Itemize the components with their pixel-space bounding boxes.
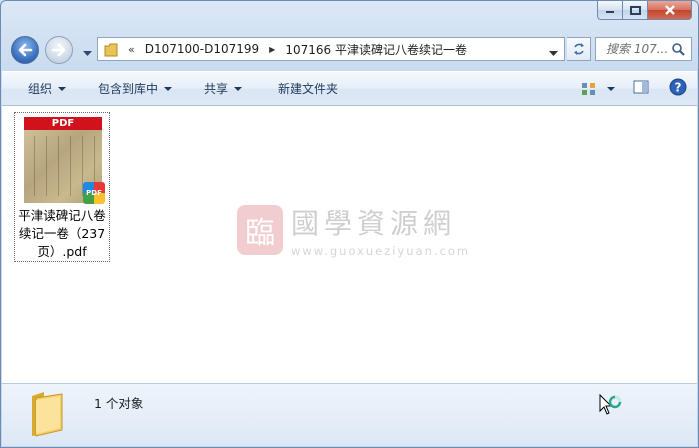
- forward-button[interactable]: [45, 36, 73, 64]
- chevron-down-icon: [58, 86, 67, 91]
- caption-buttons: [597, 1, 692, 21]
- close-icon: [664, 5, 675, 15]
- file-name-line: 页）.pdf: [37, 244, 87, 259]
- chevron-down-icon: [234, 86, 243, 91]
- watermark-url: www.guoxueziyuan.com: [291, 244, 471, 258]
- back-button[interactable]: [11, 36, 39, 64]
- explorer-window: « D107100-D107199 ▶ 107166 平津读碑记八卷续记一卷 组…: [0, 0, 699, 448]
- watermark: 臨 國學資源網 www.guoxueziyuan.com: [237, 202, 470, 258]
- navigation-bar: « D107100-D107199 ▶ 107166 平津读碑记八卷续记一卷: [9, 34, 692, 64]
- minimize-icon: [606, 11, 614, 13]
- breadcrumb-segment[interactable]: D107100-D107199: [145, 42, 259, 56]
- svg-text:?: ?: [675, 81, 682, 95]
- recent-pages-dropdown[interactable]: [83, 46, 92, 60]
- address-bar[interactable]: « D107100-D107199 ▶ 107166 平津读碑记八卷续记一卷: [97, 37, 565, 61]
- file-item[interactable]: PDF PDF 平津读碑记八卷 续记一卷（237 页）.pdf: [14, 112, 110, 262]
- file-list-pane[interactable]: PDF PDF 平津读碑记八卷 续记一卷（237 页）.pdf 臨 國學資源網 …: [2, 106, 697, 383]
- view-grid-icon: [582, 82, 595, 95]
- search-icon: [672, 43, 685, 56]
- view-controls: ?: [581, 72, 687, 105]
- address-overflow-chevron[interactable]: «: [128, 43, 135, 56]
- pdf-thumbnail: PDF PDF: [24, 117, 105, 204]
- command-bar: 组织 包含到库中 共享 新建文件夹 ?: [2, 71, 697, 106]
- file-name-line: 续记一卷（237: [18, 226, 106, 241]
- new-folder-button[interactable]: 新建文件夹: [278, 72, 338, 105]
- search-input[interactable]: [606, 42, 676, 56]
- share-menu[interactable]: 共享: [204, 72, 243, 105]
- thumbnail-banner: PDF: [24, 117, 102, 130]
- watermark-seal: 臨: [237, 205, 283, 255]
- include-in-library-label: 包含到库中: [98, 82, 159, 96]
- refresh-icon: [573, 43, 584, 55]
- folder-icon: [104, 43, 118, 57]
- chevron-down-icon: [83, 51, 92, 56]
- busy-cursor-icon: [599, 393, 625, 423]
- file-name-line: 平津读碑记八卷: [18, 208, 106, 223]
- breadcrumb-segment[interactable]: 107166 平津读碑记八卷续记一卷: [285, 41, 467, 58]
- chevron-down-icon: [607, 86, 615, 91]
- maximize-icon: [629, 5, 641, 15]
- details-pane: 1 个对象: [2, 383, 697, 446]
- file-name: 平津读碑记八卷 续记一卷（237 页）.pdf: [16, 207, 108, 261]
- new-folder-label: 新建文件夹: [278, 82, 339, 96]
- address-dropdown[interactable]: [549, 46, 558, 60]
- arrow-right-icon: [51, 43, 66, 57]
- minimize-button[interactable]: [597, 1, 623, 20]
- search-box[interactable]: [595, 37, 692, 61]
- share-label: 共享: [204, 82, 229, 96]
- watermark-name: 國學資源網: [291, 207, 457, 240]
- breadcrumb-separator-icon[interactable]: ▶: [269, 45, 275, 54]
- include-in-library-menu[interactable]: 包含到库中: [98, 72, 173, 105]
- folder-large-icon: [30, 390, 66, 441]
- preview-pane-icon: [633, 80, 649, 94]
- preview-pane-button[interactable]: [633, 80, 649, 97]
- organize-menu[interactable]: 组织: [28, 72, 67, 105]
- refresh-button[interactable]: [567, 37, 591, 61]
- help-button[interactable]: ?: [669, 78, 687, 99]
- chevron-down-icon: [549, 51, 558, 56]
- help-icon: ?: [669, 78, 687, 96]
- change-view-button[interactable]: [581, 82, 615, 96]
- organize-label: 组织: [28, 82, 53, 96]
- arrow-left-icon: [18, 43, 33, 57]
- chevron-down-icon: [164, 86, 173, 91]
- close-button[interactable]: [648, 1, 692, 20]
- item-count: 1 个对象: [94, 396, 144, 411]
- pdf-badge-icon: PDF: [83, 182, 105, 204]
- maximize-button[interactable]: [623, 1, 648, 20]
